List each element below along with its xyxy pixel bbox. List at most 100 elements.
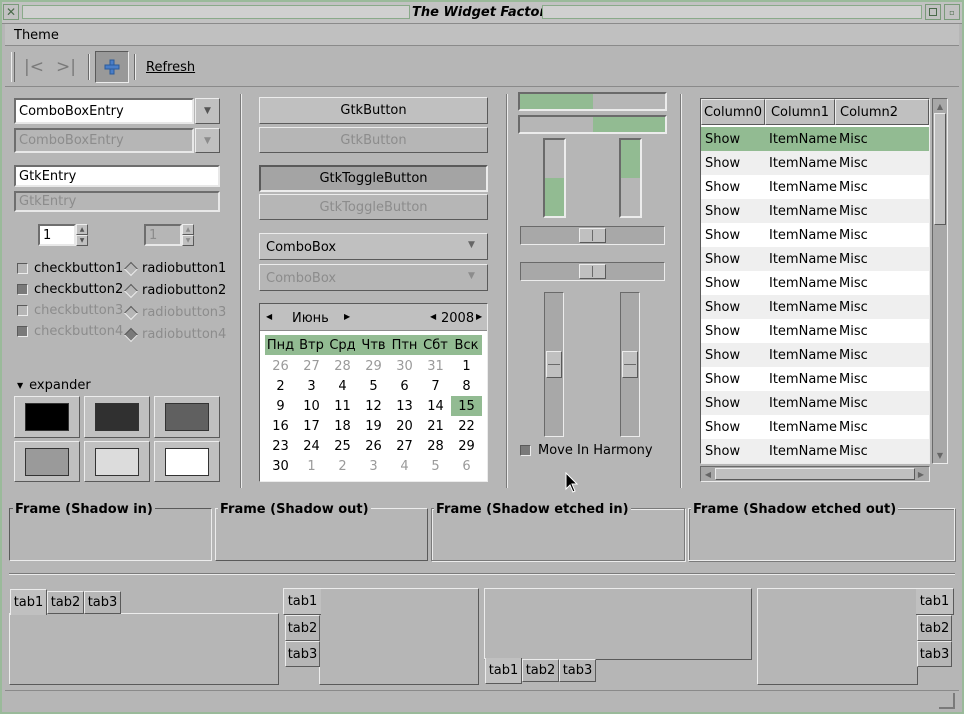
calendar-day[interactable]: 14 bbox=[420, 396, 451, 416]
combobox[interactable]: ComboBox ▼ bbox=[259, 233, 488, 260]
calendar-day[interactable]: 16 bbox=[265, 416, 296, 436]
tree-row[interactable]: Show ItemName Misc bbox=[701, 247, 929, 271]
notebook-left-tab2[interactable]: tab2 bbox=[285, 615, 320, 641]
add-icon-button[interactable] bbox=[95, 51, 129, 83]
shade-icon[interactable]: ▫ bbox=[944, 4, 960, 20]
calendar[interactable]: ◀ Июнь ▶ ◀ 2008 ▶ Пнд Втр Срд Чтв Птн Сб… bbox=[259, 303, 488, 482]
title-bar[interactable]: ✕ The Widget Factory ▫ bbox=[0, 0, 964, 24]
notebook-right-tab1[interactable]: tab1 bbox=[916, 588, 954, 615]
refresh-button[interactable]: Refresh bbox=[146, 61, 195, 74]
harmony-checkbutton[interactable]: Move In Harmony bbox=[520, 444, 653, 457]
calendar-day[interactable]: 29 bbox=[451, 436, 482, 456]
calendar-day[interactable]: 15 bbox=[451, 396, 482, 416]
notebook-bottom-tab3[interactable]: tab3 bbox=[559, 659, 596, 682]
notebook-top-tab1[interactable]: tab1 bbox=[10, 589, 47, 615]
menu-theme[interactable]: Theme bbox=[14, 29, 59, 42]
color-button-6[interactable] bbox=[154, 441, 220, 482]
color-button-1[interactable] bbox=[14, 396, 80, 438]
hscale-2-thumb[interactable] bbox=[579, 264, 606, 279]
notebook-left-tab3[interactable]: tab3 bbox=[285, 641, 320, 667]
tree-row[interactable]: Show ItemName Misc bbox=[701, 391, 929, 415]
tree-row[interactable]: Show ItemName Misc bbox=[701, 295, 929, 319]
calendar-day[interactable]: 3 bbox=[296, 376, 327, 396]
color-button-4[interactable] bbox=[14, 441, 80, 482]
calendar-day[interactable]: 6 bbox=[389, 376, 420, 396]
vscale-2-thumb[interactable] bbox=[622, 351, 638, 378]
calendar-day[interactable]: 1 bbox=[451, 356, 482, 376]
tree-hscrollbar[interactable]: ◀ ▶ bbox=[700, 466, 930, 482]
calendar-day[interactable]: 2 bbox=[265, 376, 296, 396]
radiobutton-1[interactable]: radiobutton1 bbox=[123, 261, 226, 276]
notebook-left-tab1[interactable]: tab1 bbox=[283, 588, 321, 615]
prev-month-icon[interactable]: ◀ bbox=[266, 312, 272, 321]
notebook-right-tab2[interactable]: tab2 bbox=[917, 615, 952, 641]
notebook-right-tab3[interactable]: tab3 bbox=[917, 641, 952, 667]
column-header-0[interactable]: Column0 bbox=[701, 99, 765, 125]
notebook-top-tab3[interactable]: tab3 bbox=[84, 591, 121, 614]
tree-row[interactable]: Show ItemName Misc bbox=[701, 343, 929, 367]
radio-indicator[interactable] bbox=[123, 261, 139, 276]
calendar-day[interactable]: 5 bbox=[358, 376, 389, 396]
calendar-day[interactable]: 25 bbox=[327, 436, 358, 456]
tree-row[interactable]: Show ItemName Misc bbox=[701, 223, 929, 247]
goto-first-icon[interactable]: |< bbox=[21, 54, 47, 80]
calendar-day[interactable]: 20 bbox=[389, 416, 420, 436]
color-button-2[interactable] bbox=[84, 396, 150, 438]
calendar-day[interactable]: 17 bbox=[296, 416, 327, 436]
tree-row[interactable]: Show ItemName Misc bbox=[701, 199, 929, 223]
next-year-icon[interactable]: ▶ bbox=[476, 312, 482, 321]
hscale-2[interactable] bbox=[520, 262, 665, 281]
spin-down-icon[interactable]: ▼ bbox=[76, 235, 88, 246]
calendar-day[interactable]: 10 bbox=[296, 396, 327, 416]
calendar-day[interactable]: 7 bbox=[420, 376, 451, 396]
goto-last-icon[interactable]: >| bbox=[53, 54, 79, 80]
calendar-day[interactable]: 22 bbox=[451, 416, 482, 436]
calendar-day[interactable]: 11 bbox=[327, 396, 358, 416]
tree-row[interactable]: Show ItemName Misc bbox=[701, 151, 929, 175]
calendar-day[interactable]: 1 bbox=[296, 456, 327, 476]
calendar-day[interactable]: 30 bbox=[389, 356, 420, 376]
scroll-right-icon[interactable]: ▶ bbox=[915, 468, 927, 480]
checkbutton-2[interactable]: checkbutton2 bbox=[17, 283, 123, 296]
gtk-toggle-button[interactable]: GtkToggleButton bbox=[259, 165, 488, 192]
checkbutton-1[interactable]: checkbutton1 bbox=[17, 262, 123, 275]
checkbox-box[interactable] bbox=[520, 445, 531, 456]
tree-row[interactable]: Show ItemName Misc bbox=[701, 175, 929, 199]
spin-button-input[interactable]: 1 bbox=[38, 224, 76, 246]
column-header-1[interactable]: Column1 bbox=[765, 99, 835, 125]
calendar-day[interactable]: 4 bbox=[389, 456, 420, 476]
hscroll-thumb[interactable] bbox=[715, 468, 915, 480]
vscale-1-thumb[interactable] bbox=[546, 351, 562, 378]
gtk-button[interactable]: GtkButton bbox=[259, 97, 488, 124]
vscale-1[interactable] bbox=[544, 292, 564, 437]
scroll-down-icon[interactable]: ▼ bbox=[934, 449, 946, 461]
calendar-day[interactable]: 23 bbox=[265, 436, 296, 456]
calendar-day[interactable]: 5 bbox=[420, 456, 451, 476]
combo-entry-dropdown-button[interactable]: ▼ bbox=[195, 98, 220, 124]
calendar-day[interactable]: 3 bbox=[358, 456, 389, 476]
vscale-2[interactable] bbox=[620, 292, 640, 437]
calendar-day[interactable]: 8 bbox=[451, 376, 482, 396]
tree-row[interactable]: Show ItemName Misc bbox=[701, 415, 929, 439]
calendar-day[interactable]: 4 bbox=[327, 376, 358, 396]
resize-grip[interactable] bbox=[939, 693, 955, 709]
spin-up-icon[interactable]: ▲ bbox=[76, 224, 88, 235]
calendar-day[interactable]: 12 bbox=[358, 396, 389, 416]
calendar-day[interactable]: 26 bbox=[358, 436, 389, 456]
tree-row[interactable]: Show ItemName Misc bbox=[701, 271, 929, 295]
maximize-icon[interactable] bbox=[925, 4, 941, 20]
tree-row[interactable]: Show ItemName Misc bbox=[701, 439, 929, 463]
radiobutton-2[interactable]: radiobutton2 bbox=[123, 283, 226, 298]
calendar-day[interactable]: 19 bbox=[358, 416, 389, 436]
calendar-day[interactable]: 18 bbox=[327, 416, 358, 436]
tree-view[interactable]: Column0 Column1 Column2 Show ItemName Misc… bbox=[700, 98, 930, 464]
checkbox-box[interactable] bbox=[17, 284, 28, 295]
scroll-left-icon[interactable]: ◀ bbox=[702, 468, 714, 480]
tree-row[interactable]: Show ItemName Misc bbox=[701, 127, 929, 151]
tree-vscrollbar[interactable]: ▲ ▼ bbox=[932, 98, 948, 464]
calendar-day[interactable]: 27 bbox=[389, 436, 420, 456]
notebook-bottom-tab1[interactable]: tab1 bbox=[485, 658, 522, 684]
toolbar-grip[interactable] bbox=[11, 52, 15, 82]
tree-row[interactable]: Show ItemName Misc bbox=[701, 367, 929, 391]
calendar-day[interactable]: 13 bbox=[389, 396, 420, 416]
